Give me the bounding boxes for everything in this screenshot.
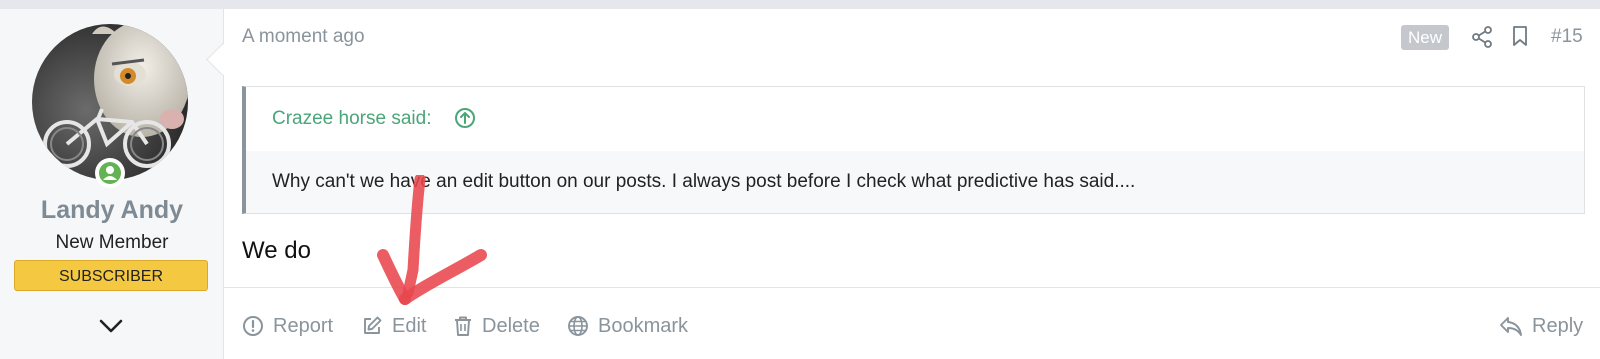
trash-icon xyxy=(455,316,471,336)
post-timestamp[interactable]: A moment ago xyxy=(242,26,365,48)
online-status-icon xyxy=(95,158,125,188)
top-border xyxy=(0,0,1600,9)
quote-text: Why can't we have an edit button on our … xyxy=(272,171,1136,192)
avatar-image xyxy=(32,24,188,180)
reply-arrow-icon xyxy=(1500,317,1522,336)
reply-label: Reply xyxy=(1532,314,1584,337)
exclamation-circle-icon xyxy=(243,316,263,336)
edit-button[interactable]: Edit xyxy=(361,313,426,339)
reply-button[interactable]: Reply xyxy=(1499,313,1583,339)
footer-divider xyxy=(224,287,1600,288)
bookmark-label: Bookmark xyxy=(598,314,689,337)
report-button[interactable]: Report xyxy=(242,313,333,339)
post-number[interactable]: #15 xyxy=(1551,26,1583,48)
post-body-text: We do xyxy=(242,237,311,264)
report-label: Report xyxy=(273,314,334,337)
delete-label: Delete xyxy=(482,314,540,337)
bookmark-icon[interactable] xyxy=(1511,25,1529,47)
edit-label: Edit xyxy=(392,314,427,337)
new-badge: New xyxy=(1401,25,1450,50)
arrow-up-circle-icon[interactable] xyxy=(454,107,476,129)
user-title: New Member xyxy=(55,232,169,253)
bookmark-button[interactable]: Bookmark xyxy=(567,313,688,339)
avatar[interactable] xyxy=(32,24,188,180)
quote-content: Why can't we have an edit button on our … xyxy=(246,151,1584,213)
username[interactable]: Landy Andy xyxy=(0,196,224,225)
chevron-down-icon[interactable] xyxy=(98,318,124,334)
pencil-square-icon xyxy=(364,316,382,334)
quote-header: Crazee horse said: xyxy=(246,87,1584,151)
quote-block: Crazee horse said: Why can't we have an … xyxy=(242,86,1585,214)
delete-button[interactable]: Delete xyxy=(453,313,540,339)
globe-icon xyxy=(568,316,588,336)
user-banner: SUBSCRIBER xyxy=(14,260,208,291)
quote-author[interactable]: Crazee horse said: xyxy=(272,108,431,130)
share-icon[interactable] xyxy=(1471,26,1493,48)
